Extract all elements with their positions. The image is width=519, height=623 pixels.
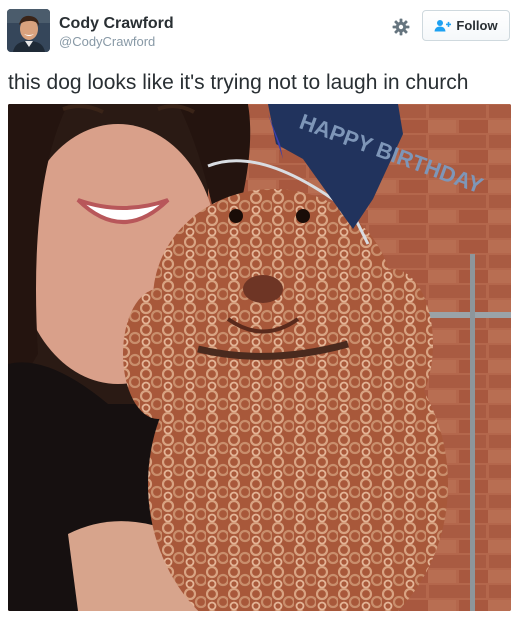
tweet-photo[interactable]: HAPPY BIRTHDAY: [8, 104, 511, 611]
tweet-text: this dog looks like it's trying not to l…: [8, 71, 469, 94]
follow-button[interactable]: Follow: [422, 10, 510, 41]
follow-label: Follow: [456, 18, 498, 33]
author-display-name[interactable]: Cody Crawford: [59, 15, 174, 33]
tweet-header: Cody Crawford @CodyCrawford Follow: [0, 0, 519, 60]
photo-dog-birthday-hat: HAPPY BIRTHDAY: [8, 104, 511, 611]
settings-button[interactable]: [388, 14, 414, 40]
gear-icon: [392, 18, 410, 36]
add-user-icon: [434, 20, 452, 32]
user-avatar[interactable]: [7, 9, 50, 52]
avatar-photo: [7, 9, 50, 52]
author-handle[interactable]: @CodyCrawford: [59, 34, 155, 49]
